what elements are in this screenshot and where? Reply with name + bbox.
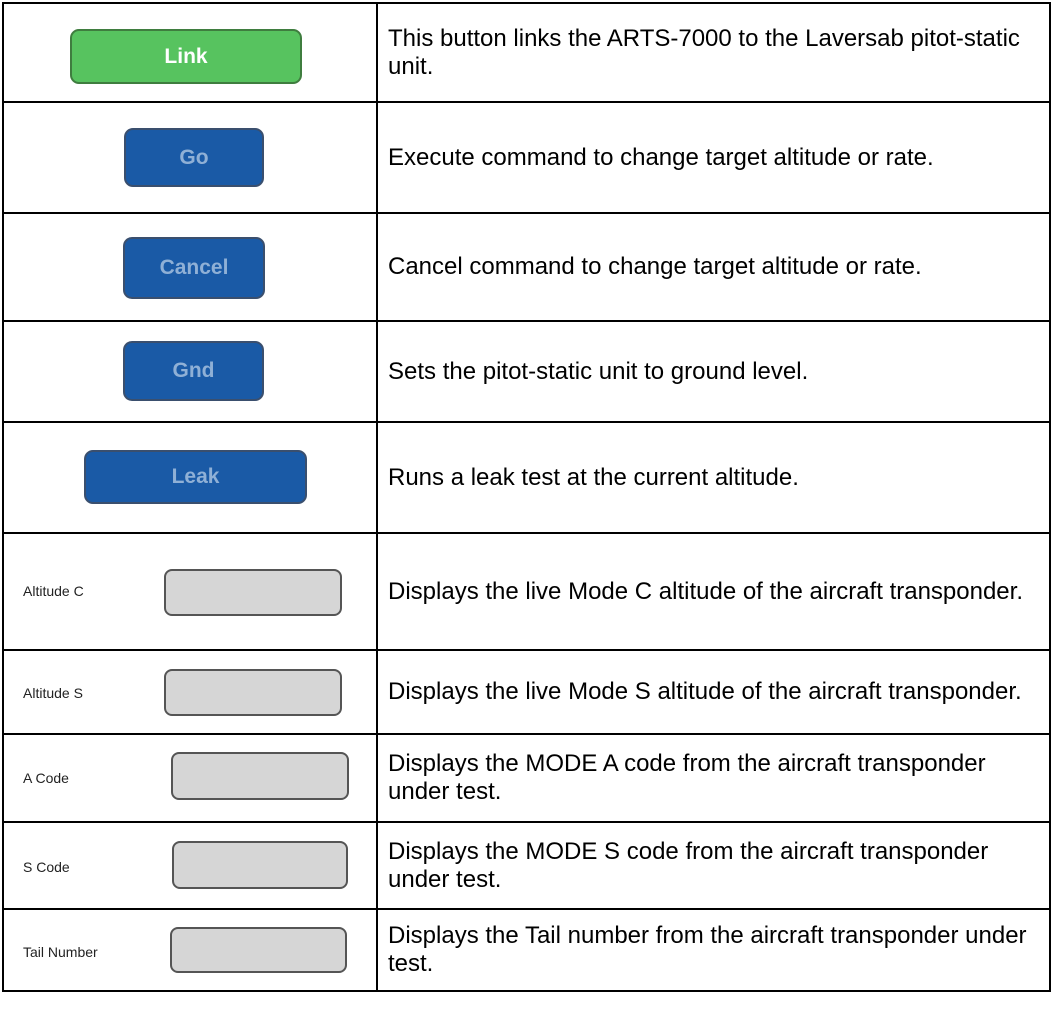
tail-number-label: Tail Number (23, 944, 98, 960)
description-cell: Displays the live Mode C altitude of the… (376, 532, 1051, 651)
button-cell: Go (2, 101, 378, 214)
table-row: A Code Displays the MODE A code from the… (2, 733, 1051, 823)
tail-number-display (170, 927, 347, 973)
description-cell: Displays the MODE A code from the aircra… (376, 733, 1051, 823)
description-cell: This button links the ARTS-7000 to the L… (376, 2, 1051, 103)
table-row: Leak Runs a leak test at the current alt… (2, 421, 1051, 534)
field-cell: Altitude C (2, 532, 378, 651)
a-code-label: A Code (23, 770, 69, 786)
field-cell: S Code (2, 821, 378, 910)
button-cell: Leak (2, 421, 378, 534)
description-cell: Runs a leak test at the current altitude… (376, 421, 1051, 534)
field-cell: Altitude S (2, 649, 378, 735)
field-cell: A Code (2, 733, 378, 823)
link-button[interactable]: Link (70, 29, 302, 84)
altitude-c-display (164, 569, 342, 616)
description-cell: Cancel command to change target altitude… (376, 212, 1051, 322)
s-code-display (172, 841, 348, 889)
table-row: Altitude S Displays the live Mode S alti… (2, 649, 1051, 735)
altitude-s-label: Altitude S (23, 685, 83, 701)
altitude-c-label: Altitude C (23, 583, 84, 599)
table-row: Altitude C Displays the live Mode C alti… (2, 532, 1051, 651)
go-button[interactable]: Go (124, 128, 264, 187)
a-code-display (171, 752, 349, 800)
altitude-s-display (164, 669, 342, 716)
table-row: Go Execute command to change target alti… (2, 101, 1051, 214)
cancel-button[interactable]: Cancel (123, 237, 265, 299)
description-cell: Displays the Tail number from the aircra… (376, 908, 1051, 992)
table-row: Link This button links the ARTS-7000 to … (2, 2, 1051, 103)
description-cell: Displays the live Mode S altitude of the… (376, 649, 1051, 735)
leak-button[interactable]: Leak (84, 450, 307, 504)
description-cell: Sets the pitot-static unit to ground lev… (376, 320, 1051, 423)
button-cell: Cancel (2, 212, 378, 322)
s-code-label: S Code (23, 859, 70, 875)
description-cell: Execute command to change target altitud… (376, 101, 1051, 214)
field-cell: Tail Number (2, 908, 378, 992)
table-row: Gnd Sets the pitot-static unit to ground… (2, 320, 1051, 423)
gnd-button[interactable]: Gnd (123, 341, 264, 401)
description-cell: Displays the MODE S code from the aircra… (376, 821, 1051, 910)
button-cell: Gnd (2, 320, 378, 423)
reference-table: Link This button links the ARTS-7000 to … (2, 2, 1051, 992)
table-row: S Code Displays the MODE S code from the… (2, 821, 1051, 910)
button-cell: Link (2, 2, 378, 103)
table-row: Cancel Cancel command to change target a… (2, 212, 1051, 322)
table-row: Tail Number Displays the Tail number fro… (2, 908, 1051, 992)
